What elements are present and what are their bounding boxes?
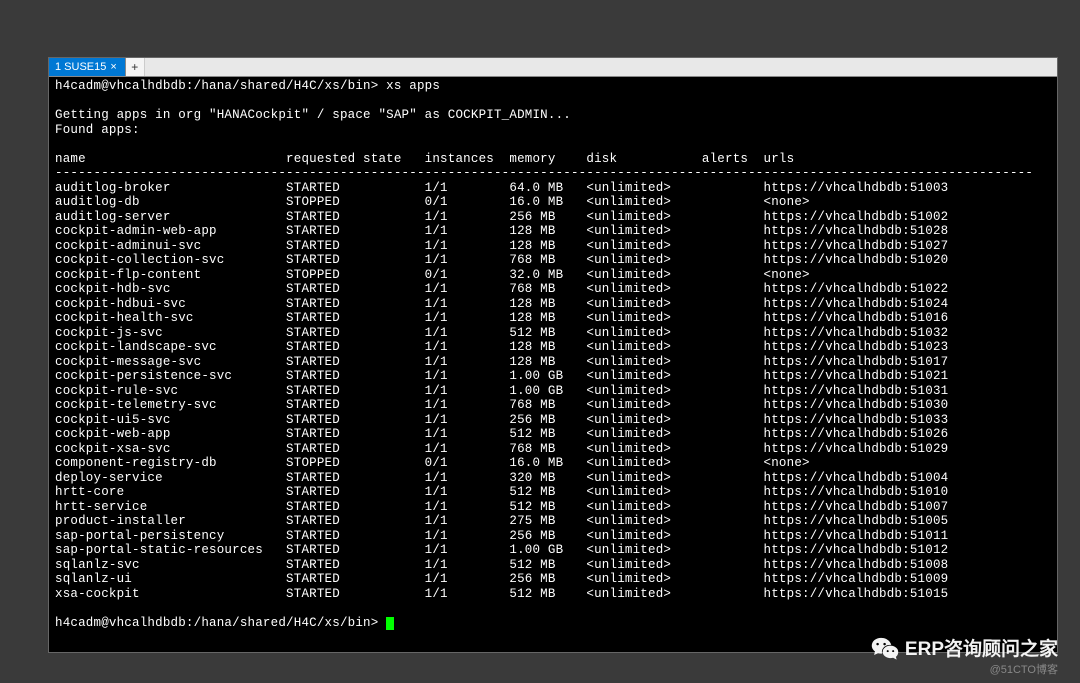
terminal-tab[interactable]: 1 SUSE15 × (49, 58, 126, 76)
tab-bar: 1 SUSE15 × + (49, 58, 1057, 77)
terminal-window: 1 SUSE15 × + h4cadm@vhcalhdbdb:/hana/sha… (48, 57, 1058, 653)
terminal-output[interactable]: h4cadm@vhcalhdbdb:/hana/shared/H4C/xs/bi… (49, 77, 1057, 632)
watermark-text: ERP咨询顾问之家 (905, 634, 1058, 661)
watermark: ERP咨询顾问之家 (871, 634, 1058, 661)
attribution-text: @51CTO博客 (990, 661, 1058, 677)
close-icon[interactable]: × (110, 62, 116, 73)
cursor (386, 617, 394, 630)
wechat-icon (871, 636, 899, 660)
tab-label: 1 SUSE15 (55, 61, 106, 73)
add-tab-button[interactable]: + (126, 58, 145, 76)
